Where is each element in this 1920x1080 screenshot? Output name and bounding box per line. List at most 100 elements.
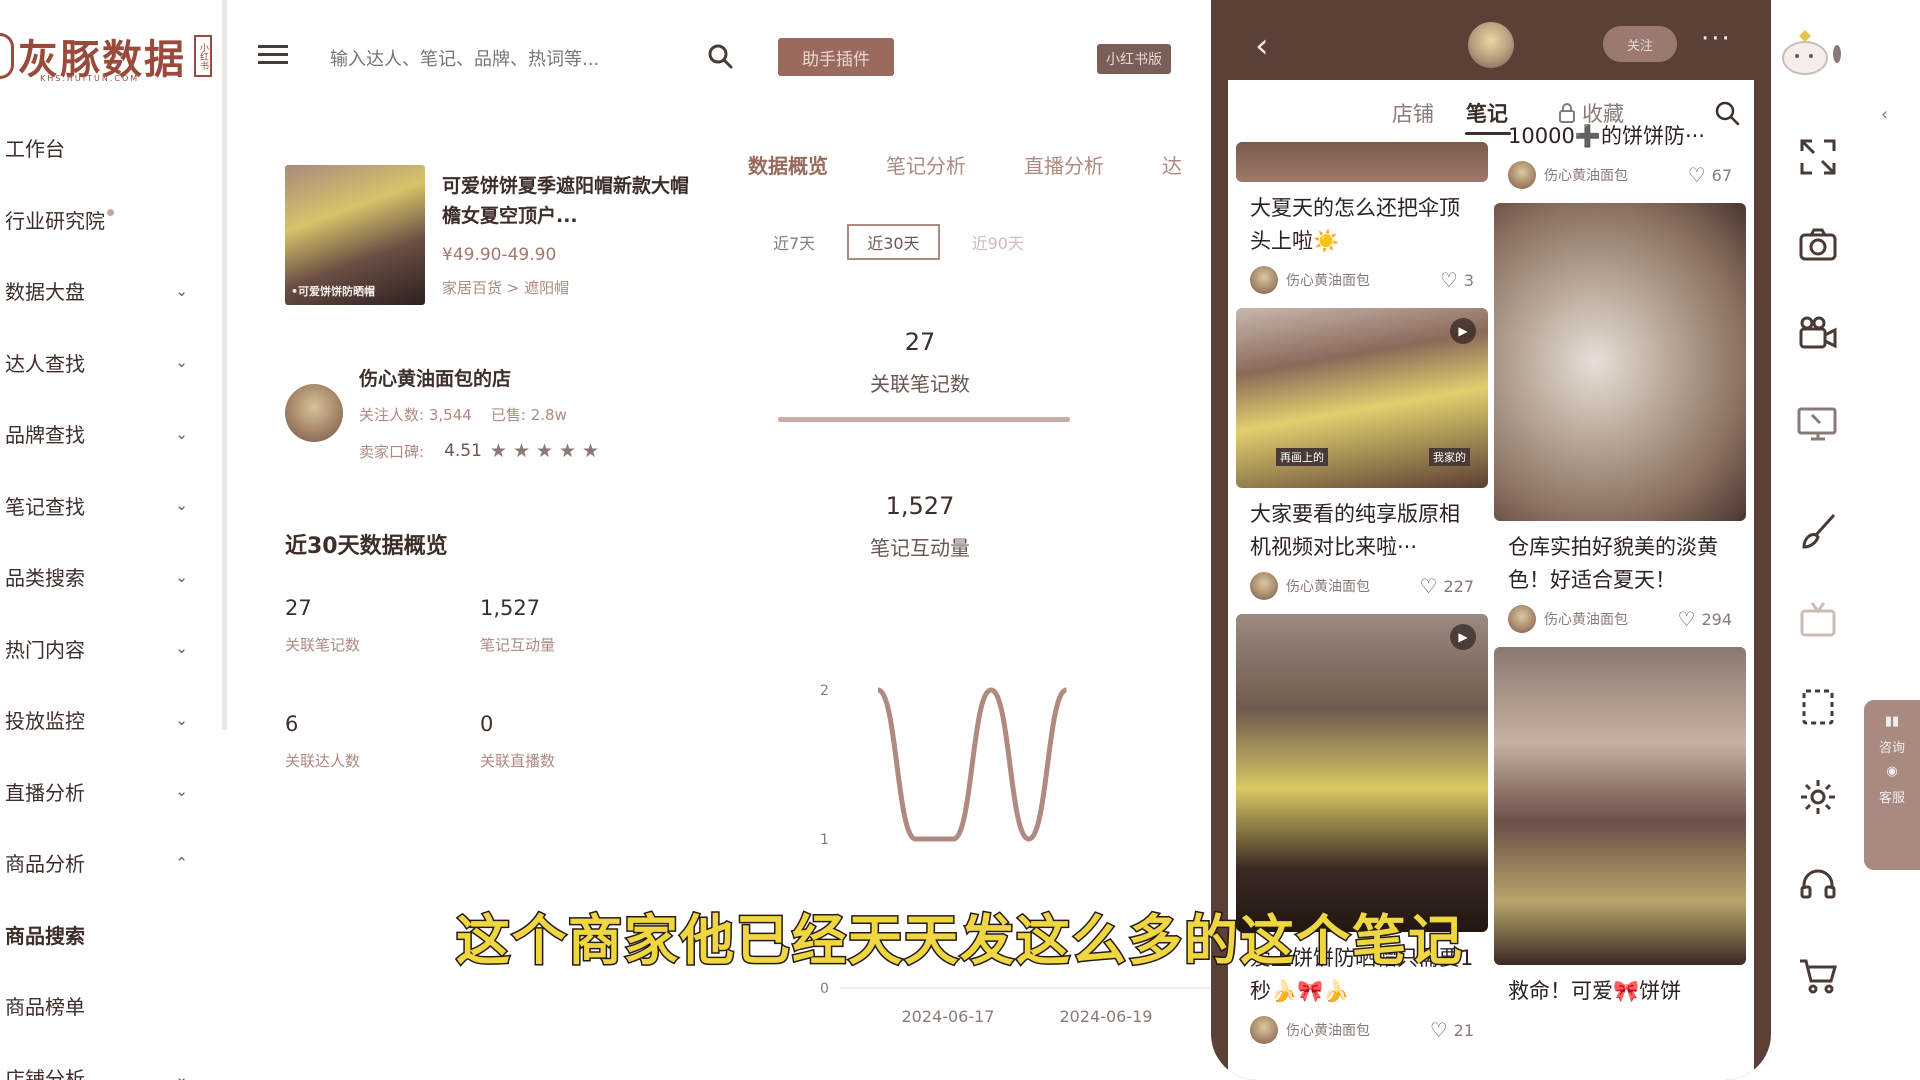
sidebar-item[interactable]: 行业研究院 — [0, 184, 200, 256]
notes-column-right: 10000➕的饼饼防··· 伤心黄油面包 ♡ 67 仓库实拍好貌美的淡黄色！好适合… — [1494, 120, 1746, 1008]
sidebar-item[interactable]: 工作台 — [0, 112, 200, 184]
back-arrow-icon[interactable]: ‹ — [1255, 26, 1269, 66]
product-category: 家居百货 > 遮阳帽 — [442, 279, 570, 297]
note-author[interactable]: 伤心黄油面包 — [1250, 572, 1370, 600]
note-card[interactable]: 仓库实拍好貌美的淡黄色！好适合夏天！ 伤心黄油面包 ♡ 294 — [1494, 203, 1746, 647]
sidebar-item[interactable]: 直播分析 ⌄ — [0, 756, 200, 828]
product-card[interactable]: •可爱饼饼防晒帽 可爱饼饼夏季遮阳帽新款大帽檐女夏空顶户... ¥49.90-4… — [285, 165, 705, 310]
menu-toggle-icon[interactable] — [258, 40, 288, 68]
sidebar-item[interactable]: 商品榜单 — [0, 970, 200, 1042]
search-icon[interactable] — [706, 42, 734, 70]
tab-influencer[interactable]: 达 — [1162, 150, 1182, 184]
chevron-icon[interactable]: ⌄ — [175, 782, 188, 800]
brush-icon[interactable] — [1795, 508, 1841, 554]
note-cover[interactable]: ▶ — [1236, 614, 1488, 932]
crop-icon[interactable] — [1795, 684, 1841, 730]
new-dot-icon — [107, 208, 114, 216]
shop-name[interactable]: 伤心黄油面包的店 — [359, 364, 511, 391]
note-likes[interactable]: ♡ 3 — [1440, 268, 1474, 292]
chevron-icon[interactable]: ⌄ — [175, 496, 188, 514]
screen-record-icon[interactable] — [1795, 400, 1841, 446]
overview-title: 近30天数据概览 — [285, 534, 448, 559]
support-pill[interactable]: ▮▮ 咨询 ◉ 客服 — [1864, 700, 1920, 870]
note-card[interactable]: 大夏天的怎么还把伞顶头上啦☀️ 伤心黄油面包 ♡ 3 — [1236, 142, 1488, 308]
shop-card[interactable]: 伤心黄油面包的店 关注人数: 3,544 已售: 2.8w 卖家口碑: 4.51… — [285, 360, 705, 470]
product-title[interactable]: 可爱饼饼夏季遮阳帽新款大帽檐女夏空顶户... — [442, 171, 697, 231]
tv-icon[interactable] — [1795, 596, 1841, 642]
tab-note-analysis[interactable]: 笔记分析 — [886, 150, 966, 184]
shop-avatar[interactable] — [285, 384, 343, 442]
y-tick-label: 2 — [820, 683, 829, 699]
note-meta: 伤心黄油面包 ♡ 21 — [1236, 1008, 1488, 1058]
plugin-button[interactable]: 助手插件 — [778, 38, 894, 76]
search-input[interactable] — [330, 42, 690, 76]
chevron-icon[interactable]: ⌄ — [175, 353, 188, 371]
stat-interaction[interactable]: 1,527 笔记互动量 — [780, 492, 1060, 561]
note-card[interactable]: ▶ 爱上饼饼防晒帽只需要1秒🍌🎀🍌 伤心黄油面包 ♡ 21 — [1236, 614, 1488, 1058]
chevron-icon[interactable]: ⌄ — [175, 568, 188, 586]
consult-label[interactable]: 咨询 — [1879, 737, 1905, 756]
note-author[interactable]: 伤心黄油面包 — [1250, 266, 1370, 294]
chevron-icon[interactable]: ⌃ — [175, 854, 188, 872]
note-likes[interactable]: ♡ 21 — [1430, 1018, 1474, 1042]
range-90d[interactable]: 近90天 — [954, 224, 1042, 260]
note-card[interactable]: 10000➕的饼饼防··· 伤心黄油面包 ♡ 67 — [1494, 120, 1746, 203]
platform-tag-button[interactable]: 小红书版 — [1097, 44, 1171, 74]
sidebar-item[interactable]: 品类搜索 ⌄ — [0, 541, 200, 613]
note-cover[interactable] — [1494, 203, 1746, 521]
sidebar-item[interactable]: 品牌查找 ⌄ — [0, 398, 200, 470]
sold-value: 2.8w — [530, 406, 567, 424]
author-name: 伤心黄油面包 — [1286, 273, 1370, 289]
note-likes[interactable]: ♡ 294 — [1678, 607, 1732, 631]
sidebar-item[interactable]: 店铺分析 ⌄ — [0, 1042, 200, 1080]
tab-overview[interactable]: 数据概览 — [748, 150, 828, 184]
chevron-icon[interactable]: ⌄ — [175, 425, 188, 443]
note-card[interactable]: ▶ 再画上的 我家的 大家要看的纯享版原相机视频对比来啦··· 伤心黄油面包 ♡… — [1236, 308, 1488, 614]
video-camera-icon[interactable] — [1795, 310, 1841, 356]
heart-icon: ♡ — [1429, 1018, 1448, 1042]
note-author[interactable]: 伤心黄油面包 — [1250, 1016, 1370, 1044]
sidebar-item[interactable]: 投放监控 ⌄ — [0, 684, 200, 756]
range-30d[interactable]: 近30天 — [847, 224, 940, 260]
range-7d[interactable]: 近7天 — [755, 224, 833, 260]
sidebar-item[interactable]: 热门内容 ⌄ — [0, 613, 200, 685]
tab-shop[interactable]: 店铺 — [1392, 98, 1434, 128]
shop-avatar[interactable] — [1468, 22, 1514, 68]
note-likes[interactable]: ♡ 227 — [1420, 574, 1474, 598]
service-label[interactable]: 客服 — [1879, 787, 1905, 806]
gear-icon[interactable] — [1795, 774, 1841, 820]
cover-label: 再画上的 — [1276, 448, 1328, 466]
note-cover[interactable]: ▶ 再画上的 我家的 — [1236, 308, 1488, 488]
follow-button[interactable]: 关注 — [1603, 26, 1677, 62]
brand-domain: KHS.HUITUN.COM — [40, 74, 140, 83]
fullscreen-icon[interactable] — [1795, 134, 1841, 180]
more-icon[interactable]: ··· — [1701, 24, 1732, 54]
note-title: 大家要看的纯享版原相机视频对比来啦··· — [1250, 502, 1460, 559]
stat-note-count[interactable]: 27 关联笔记数 — [780, 328, 1060, 397]
brand-logo[interactable]: 灰豚数据 小红书 KHS.HUITUN.COM — [0, 28, 212, 84]
product-thumbnail[interactable]: •可爱饼饼防晒帽 — [285, 165, 425, 305]
note-author[interactable]: 伤心黄油面包 — [1508, 605, 1628, 633]
sidebar-item[interactable]: 数据大盘 ⌄ — [0, 255, 200, 327]
note-cover[interactable] — [1236, 142, 1488, 182]
sidebar-item[interactable]: 笔记查找 ⌄ — [0, 470, 200, 542]
active-stat-underline — [778, 417, 1070, 422]
tab-live-analysis[interactable]: 直播分析 — [1024, 150, 1104, 184]
note-title: 大夏天的怎么还把伞顶头上啦☀️ — [1250, 196, 1460, 253]
chart-icon: ▮▮ — [1884, 714, 1900, 729]
chevron-icon[interactable]: ⌄ — [175, 1068, 188, 1080]
play-icon: ▶ — [1450, 318, 1476, 344]
mascot-icon[interactable] — [1771, 20, 1851, 80]
metric-label: 笔记互动量 — [480, 636, 556, 654]
chevron-icon[interactable]: ⌄ — [175, 282, 188, 300]
sidebar-item[interactable]: 达人查找 ⌄ — [0, 327, 200, 399]
camera-icon[interactable] — [1795, 222, 1841, 268]
thumbnail-caption: •可爱饼饼防晒帽 — [291, 285, 376, 298]
note-likes[interactable]: ♡ 67 — [1688, 163, 1732, 187]
sidebar-scrollbar[interactable] — [222, 0, 227, 730]
note-author[interactable]: 伤心黄油面包 — [1508, 161, 1628, 189]
sidebar-item[interactable]: 商品分析 ⌃ — [0, 827, 200, 899]
collapse-arrow-icon[interactable]: ‹ — [1881, 104, 1888, 125]
chevron-icon[interactable]: ⌄ — [175, 639, 188, 657]
chevron-icon[interactable]: ⌄ — [175, 711, 188, 729]
